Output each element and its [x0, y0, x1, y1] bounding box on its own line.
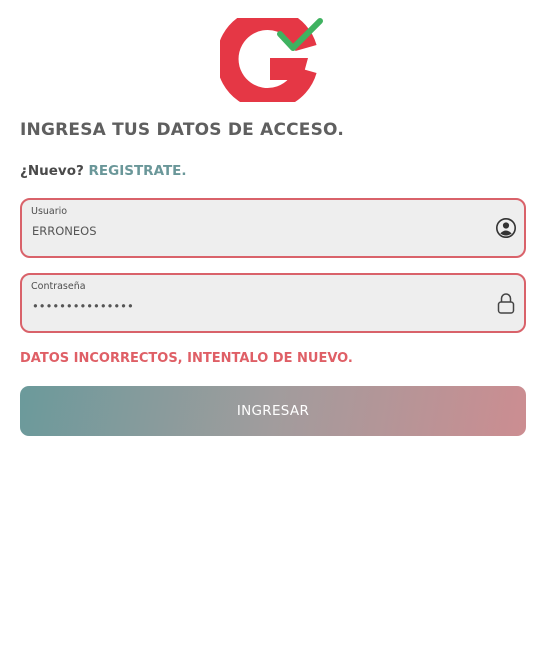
username-label: Usuario	[31, 206, 68, 217]
username-input[interactable]	[32, 224, 482, 238]
password-input[interactable]	[32, 299, 482, 313]
register-prompt: ¿Nuevo? REGISTRATE.	[20, 163, 187, 179]
password-label: Contraseña	[31, 281, 86, 292]
register-link[interactable]: REGISTRATE.	[89, 163, 187, 179]
login-page: INGRESA TUS DATOS DE ACCESO. ¿Nuevo? REG…	[0, 0, 546, 663]
page-title: INGRESA TUS DATOS DE ACCESO.	[20, 120, 344, 140]
login-button[interactable]: INGRESAR	[20, 386, 526, 436]
g-checkmark-logo	[220, 18, 323, 102]
error-message: DATOS INCORRECTOS, INTENTALO DE NUEVO.	[20, 351, 353, 366]
password-field[interactable]: Contraseña	[20, 273, 526, 333]
lock-icon	[497, 293, 515, 314]
new-user-prompt: ¿Nuevo?	[20, 163, 84, 179]
username-field[interactable]: Usuario	[20, 198, 526, 258]
user-circle-icon	[496, 218, 516, 238]
